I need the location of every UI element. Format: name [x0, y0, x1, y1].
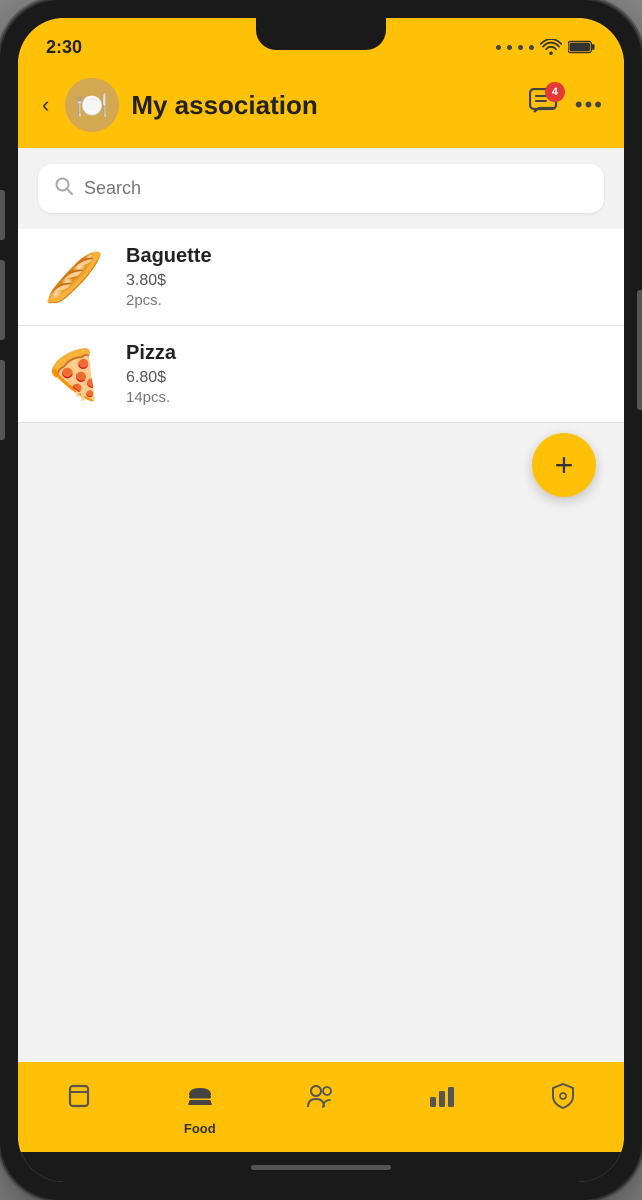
volume-up-button[interactable] — [0, 190, 5, 240]
bottom-nav: . Food... — [18, 1062, 624, 1152]
fab-container: + — [18, 423, 624, 513]
nav-icon-4 — [550, 1082, 576, 1117]
nav-label-3: . — [440, 1120, 444, 1135]
silent-button[interactable] — [0, 360, 5, 440]
nav-item-4[interactable]: . — [503, 1082, 624, 1136]
svg-text:🍽️: 🍽️ — [76, 90, 108, 120]
product-list: 🥖 Baguette 3.80$ 2pcs. 🍕 Pizza 6.80$ 14p… — [18, 229, 624, 423]
nav-label-1: Food — [184, 1121, 216, 1136]
notification-badge: 4 — [545, 82, 565, 102]
search-icon — [54, 176, 74, 201]
nav-icon-2 — [306, 1083, 336, 1116]
search-box — [38, 164, 604, 213]
product-image: 🍕 — [38, 344, 110, 404]
battery-icon — [568, 40, 596, 54]
content-area: 🥖 Baguette 3.80$ 2pcs. 🍕 Pizza 6.80$ 14p… — [18, 229, 624, 1062]
home-bar — [251, 1165, 391, 1170]
status-time: 2:30 — [46, 37, 82, 58]
product-info: Pizza 6.80$ 14pcs. — [126, 342, 604, 406]
nav-icon-0 — [65, 1082, 93, 1117]
signal-dot-1 — [496, 45, 501, 50]
header-actions: 4 ••• — [529, 88, 604, 123]
notification-button[interactable]: 4 — [529, 88, 559, 123]
product-name: Baguette — [126, 245, 604, 268]
back-button[interactable]: ‹ — [38, 88, 53, 122]
nav-icon-1 — [186, 1082, 214, 1117]
nav-label-2: . — [319, 1120, 323, 1135]
more-options-button[interactable]: ••• — [575, 92, 604, 118]
add-button[interactable]: + — [532, 433, 596, 497]
nav-item-1[interactable]: Food — [139, 1082, 260, 1136]
product-qty: 2pcs. — [126, 292, 604, 309]
home-indicator — [18, 1152, 624, 1182]
product-qty: 14pcs. — [126, 389, 604, 406]
volume-down-button[interactable] — [0, 260, 5, 340]
product-price: 6.80$ — [126, 369, 604, 387]
product-item[interactable]: 🥖 Baguette 3.80$ 2pcs. — [18, 229, 624, 326]
nav-label-0: . — [77, 1121, 81, 1136]
notch — [256, 18, 386, 50]
product-info: Baguette 3.80$ 2pcs. — [126, 245, 604, 309]
signal-dot-4 — [529, 45, 534, 50]
avatar: 🍽️ — [65, 78, 119, 132]
product-image: 🥖 — [38, 247, 110, 307]
search-input[interactable] — [84, 178, 588, 199]
product-name: Pizza — [126, 342, 604, 365]
wifi-icon — [540, 39, 562, 55]
app-header: ‹ 🍽️ My association — [18, 70, 624, 148]
status-icons — [496, 39, 596, 55]
nav-item-0[interactable]: . — [18, 1082, 139, 1136]
signal-dot-3 — [518, 45, 523, 50]
product-price: 3.80$ — [126, 272, 604, 290]
power-button[interactable] — [637, 290, 642, 410]
phone-frame: 2:30 — [0, 0, 642, 1200]
nav-label-4: . — [562, 1121, 566, 1136]
add-icon: + — [555, 447, 574, 484]
nav-item-3[interactable]: . — [382, 1083, 503, 1135]
phone-screen: 2:30 — [18, 18, 624, 1182]
signal-dot-2 — [507, 45, 512, 50]
page-title: My association — [131, 90, 517, 121]
nav-icon-3 — [428, 1083, 456, 1116]
search-container — [18, 148, 624, 229]
nav-item-2[interactable]: . — [260, 1083, 381, 1135]
product-item[interactable]: 🍕 Pizza 6.80$ 14pcs. — [18, 326, 624, 423]
